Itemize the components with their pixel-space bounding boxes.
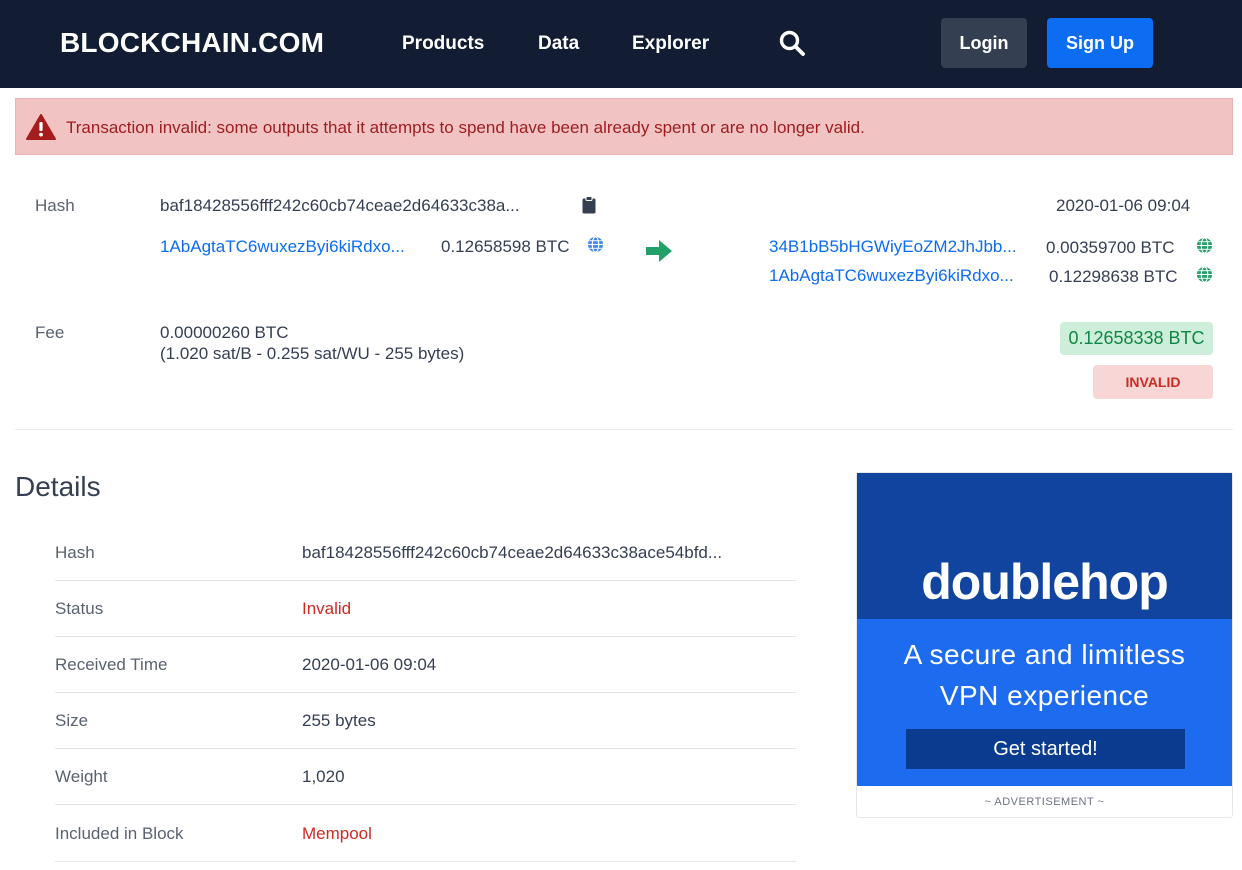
details-row-included-in-block: Included in Block Mempool	[55, 806, 796, 862]
transaction-hash: baf18428556fff242c60cb74ceae2d64633c38a.…	[160, 196, 520, 215]
details-row-status: Status Invalid	[55, 581, 796, 637]
total-output-badge: 0.12658338 BTC	[1060, 322, 1213, 355]
details-value: baf18428556fff242c60cb74ceae2d64633c38ac…	[302, 543, 723, 562]
details-value: Invalid	[302, 599, 352, 618]
details-key: Size	[55, 711, 89, 730]
fee-amount: 0.00000260 BTC	[160, 323, 289, 342]
ad-tagline: A secure and limitless	[903, 639, 1186, 670]
transaction-time: 2020-01-06 09:04	[1056, 196, 1191, 215]
input-amount: 0.12658598 BTC	[441, 237, 570, 256]
invalid-transaction-alert: Transaction invalid: some outputs that i…	[15, 98, 1233, 155]
sign-up-button[interactable]: Sign Up	[1047, 18, 1153, 68]
advertisement-panel: doublehop A secure and limitless VPN exp…	[856, 472, 1233, 818]
details-key: Received Time	[55, 655, 168, 674]
details-heading: Details	[15, 471, 101, 502]
hash-label: Hash	[35, 196, 75, 215]
details-key: Included in Block	[55, 824, 184, 843]
fee-label: Fee	[35, 323, 65, 342]
status-badge: INVALID	[1093, 365, 1213, 399]
login-button[interactable]: Login	[941, 18, 1027, 68]
ad-get-started-button[interactable]: Get started!	[906, 729, 1185, 769]
output-amount: 0.12298638 BTC	[1049, 267, 1178, 286]
globe-icon[interactable]	[1196, 266, 1213, 283]
details-value[interactable]: Mempool	[302, 824, 372, 844]
warning-icon	[26, 114, 56, 140]
ad-brand-name: doublehop	[921, 554, 1169, 610]
nav-data[interactable]: Data	[538, 33, 579, 55]
details-row-received-time: Received Time 2020-01-06 09:04	[55, 637, 796, 693]
details-value: 255 bytes	[302, 711, 376, 730]
details-value: 1,020	[302, 767, 345, 786]
section-divider	[15, 429, 1233, 430]
details-key: Status	[55, 599, 104, 618]
details-row-size: Size 255 bytes	[55, 693, 796, 749]
arrow-right-icon	[646, 240, 672, 262]
ad-tagline: VPN experience	[939, 680, 1150, 711]
details-value: 2020-01-06 09:04	[302, 655, 437, 674]
fee-rate-detail: (1.020 sat/B - 0.255 sat/WU - 255 bytes)	[160, 344, 465, 363]
copy-clipboard-icon[interactable]	[582, 196, 596, 214]
blockchain-logo[interactable]: BLOCKCHAIN.COM	[60, 27, 324, 59]
output-address-link[interactable]: 1AbAgtaTC6wuxezByi6kiRdxo...	[769, 266, 1014, 286]
top-navigation-bar: BLOCKCHAIN.COM Products Data Explorer Lo…	[0, 0, 1242, 88]
advertisement-banner[interactable]: doublehop A secure and limitless VPN exp…	[857, 473, 1232, 786]
output-address-link[interactable]: 34B1bB5bHGWiyEoZM2JhJbb...	[769, 237, 1017, 257]
details-row-weight: Weight 1,020	[55, 749, 796, 805]
details-key: Weight	[55, 767, 108, 786]
nav-products[interactable]: Products	[402, 33, 484, 55]
globe-icon[interactable]	[1196, 237, 1213, 254]
globe-icon[interactable]	[587, 236, 604, 253]
advertisement-label: ~ ADVERTISEMENT ~	[984, 796, 1105, 808]
nav-explorer[interactable]: Explorer	[632, 33, 709, 55]
details-key: Hash	[55, 543, 95, 562]
search-icon[interactable]	[778, 29, 806, 57]
output-amount: 0.00359700 BTC	[1046, 238, 1175, 257]
details-row-hash: Hash baf18428556fff242c60cb74ceae2d64633…	[55, 525, 796, 581]
input-address-link[interactable]: 1AbAgtaTC6wuxezByi6kiRdxo...	[160, 237, 405, 257]
alert-message: Transaction invalid: some outputs that i…	[66, 118, 865, 137]
